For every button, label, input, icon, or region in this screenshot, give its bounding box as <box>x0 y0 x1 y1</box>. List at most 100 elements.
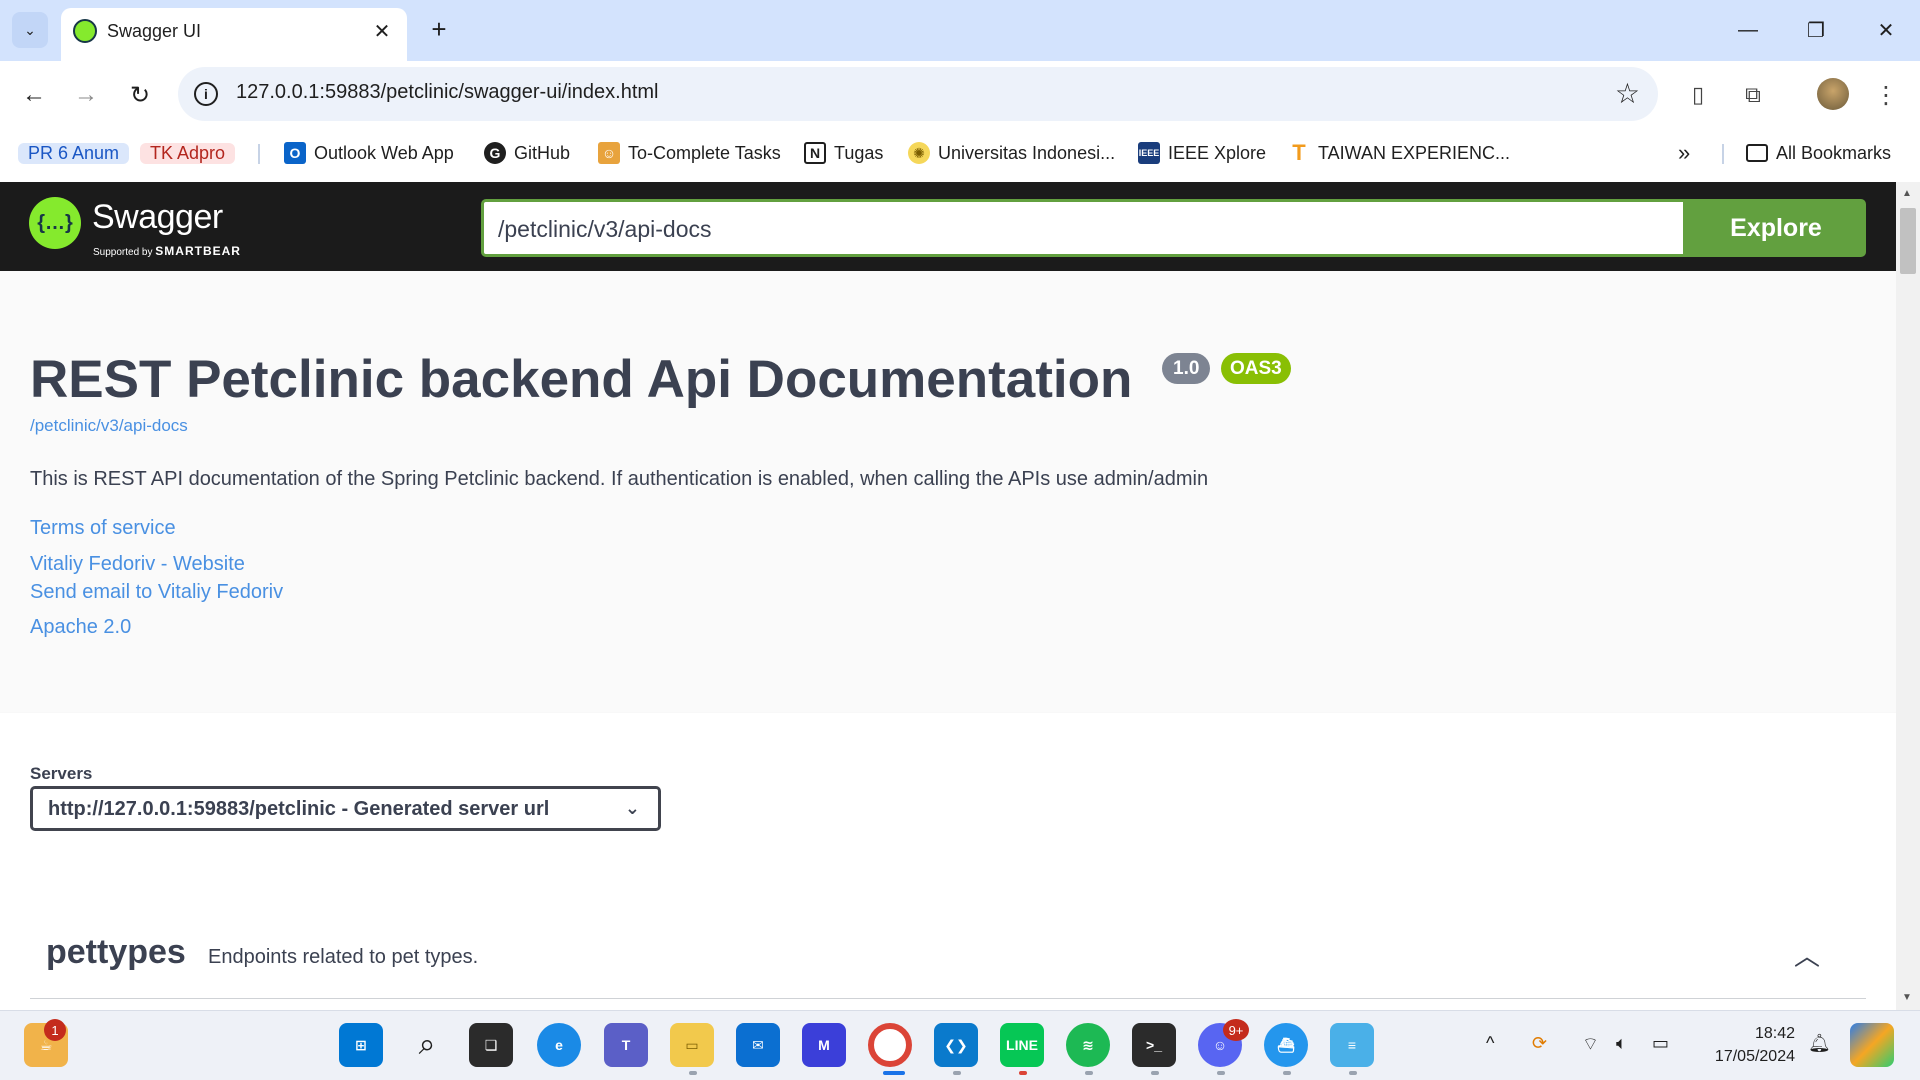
discord-badge: 9+ <box>1223 1019 1249 1041</box>
task-icon: ☺ <box>598 142 620 164</box>
close-window-button[interactable]: ✕ <box>1862 12 1910 48</box>
all-bookmarks-button[interactable]: All Bookmarks <box>1746 138 1891 168</box>
bookmark-chip-pr6[interactable]: PR 6 Anum <box>18 138 130 168</box>
scroll-down-icon[interactable]: ▼ <box>1902 992 1912 1003</box>
bookmark-outlook[interactable]: O Outlook Web App <box>284 138 454 168</box>
servers-select[interactable]: http://127.0.0.1:59883/petclinic - Gener… <box>30 786 661 831</box>
notepad-icon[interactable]: ≡ <box>1330 1023 1374 1067</box>
address-bar[interactable]: i 127.0.0.1:59883/petclinic/swagger-ui/i… <box>178 67 1658 121</box>
tab-strip: ⌄ Swagger UI ✕ + — ❐ ✕ <box>0 0 1920 61</box>
terms-link[interactable]: Terms of service <box>30 517 176 540</box>
bookmark-github[interactable]: G GitHub <box>484 138 570 168</box>
more-bookmarks-button[interactable]: » <box>1678 138 1690 168</box>
new-tab-button[interactable]: + <box>423 13 455 45</box>
teams-icon[interactable]: T <box>604 1023 648 1067</box>
minimize-button[interactable]: — <box>1724 12 1772 48</box>
chevron-up-icon[interactable]: ^ <box>1486 1033 1494 1054</box>
version-badge: 1.0 <box>1162 353 1211 384</box>
scrollbar-thumb[interactable] <box>1900 208 1916 274</box>
battery-icon[interactable]: ▭ <box>1652 1033 1669 1054</box>
extensions-icon[interactable]: ⧉ <box>1737 79 1769 111</box>
sync-icon[interactable]: ⟳ <box>1532 1033 1547 1054</box>
running-indicator <box>1151 1071 1159 1075</box>
volume-icon[interactable]: 🔈︎ <box>1616 1033 1627 1054</box>
line-icon[interactable]: LINE <box>1000 1023 1044 1067</box>
file-explorer-icon[interactable]: ▭ <box>670 1023 714 1067</box>
chevron-down-icon: ⌄ <box>624 798 640 818</box>
browser-tab[interactable]: Swagger UI ✕ <box>61 8 407 61</box>
license-link[interactable]: Apache 2.0 <box>30 616 131 639</box>
swagger-topbar: {…} Swagger Supported by SMARTBEAR /petc… <box>0 182 1896 271</box>
reload-button[interactable]: ↻ <box>120 75 160 115</box>
bookmark-ui[interactable]: ✺ Universitas Indonesi... <box>908 138 1115 168</box>
running-indicator <box>689 1071 697 1075</box>
wifi-icon[interactable]: ⌔ <box>1582 1033 1599 1056</box>
outlook-icon: O <box>284 142 306 164</box>
reload-icon: ↻ <box>129 81 151 109</box>
clock-time: 18:42 <box>1754 1025 1795 1042</box>
t-logo-icon: T <box>1292 140 1306 165</box>
scroll-up-icon[interactable]: ▲ <box>1902 188 1912 199</box>
swagger-favicon-icon <box>73 19 97 43</box>
notification-badge: 1 <box>44 1019 66 1041</box>
docker-icon[interactable]: ⛴ <box>1264 1023 1308 1067</box>
folder-icon <box>1746 144 1768 162</box>
app-icon[interactable]: M <box>802 1023 846 1067</box>
explore-button[interactable]: Explore <box>1686 199 1866 257</box>
running-indicator <box>953 1071 961 1075</box>
copilot-icon[interactable] <box>1850 1023 1894 1067</box>
active-indicator <box>883 1071 905 1075</box>
reading-mode-icon[interactable]: ▯ <box>1682 79 1714 111</box>
clock[interactable]: 18:42 17/05/2024 <box>1691 1022 1795 1068</box>
bell-icon[interactable]: 🔔︎ <box>1808 1033 1831 1054</box>
chrome-icon[interactable] <box>868 1023 912 1067</box>
notion-icon: N <box>804 142 826 164</box>
bookmark-tugas[interactable]: N Tugas <box>804 138 883 168</box>
site-info-icon[interactable]: i <box>194 82 218 106</box>
chevron-down-icon: ⌄ <box>24 21 36 38</box>
browser-toolbar: ← → ↻ i 127.0.0.1:59883/petclinic/swagge… <box>0 61 1920 128</box>
spec-link[interactable]: /petclinic/v3/api-docs <box>30 416 188 436</box>
spotify-icon[interactable]: ≋ <box>1066 1023 1110 1067</box>
arrow-left-icon: ← <box>22 81 46 108</box>
bookmark-todo[interactable]: ☺ To-Complete Tasks <box>598 138 781 168</box>
tab-title: Swagger UI <box>107 21 202 41</box>
running-indicator <box>1085 1071 1093 1075</box>
swagger-logo-sub: Supported by SMARTBEAR <box>93 244 241 258</box>
edge-icon[interactable]: e <box>537 1023 581 1067</box>
back-button[interactable]: ← <box>14 75 54 115</box>
bookmark-taiwan[interactable]: T TAIWAN EXPERIENC... <box>1288 138 1510 168</box>
email-link[interactable]: Send email to Vitaliy Fedoriv <box>30 581 283 604</box>
ieee-icon: IEEE <box>1138 142 1160 164</box>
bookmarks-separator <box>258 144 260 164</box>
page-viewport: {…} Swagger Supported by SMARTBEAR /petc… <box>0 182 1896 1010</box>
running-indicator <box>1283 1071 1291 1075</box>
clock-date: 17/05/2024 <box>1714 1048 1795 1065</box>
arrow-right-icon: → <box>74 81 98 108</box>
page-scrollbar[interactable]: ▲ ▼ <box>1896 182 1920 1010</box>
tag-section-pettypes[interactable]: pettypes Endpoints related to pet types.… <box>0 878 1896 1010</box>
search-icon[interactable]: ⌕ <box>405 1023 449 1067</box>
forward-button[interactable]: → <box>66 75 106 115</box>
tag-name[interactable]: pettypes <box>46 933 186 972</box>
chevron-up-icon[interactable]: ︿ <box>1794 936 1820 973</box>
bookmark-ieee[interactable]: IEEE IEEE Xplore <box>1138 138 1266 168</box>
bookmark-star-icon[interactable]: ☆ <box>1615 77 1640 110</box>
task-view-icon[interactable]: ❏ <box>469 1023 513 1067</box>
tab-search-button[interactable]: ⌄ <box>12 12 48 48</box>
website-link[interactable]: Vitaliy Fedoriv - Website <box>30 553 245 576</box>
profile-avatar[interactable] <box>1817 78 1849 110</box>
close-tab-icon[interactable]: ✕ <box>369 18 395 44</box>
vscode-icon[interactable]: ❮❯ <box>934 1023 978 1067</box>
github-icon: G <box>484 142 506 164</box>
restore-button[interactable]: ❐ <box>1792 12 1840 48</box>
spec-url-input[interactable]: /petclinic/v3/api-docs <box>481 199 1686 257</box>
terminal-icon[interactable]: >_ <box>1132 1023 1176 1067</box>
bookmark-chip-tkadpro[interactable]: TK Adpro <box>140 138 236 168</box>
bookmarks-bar: PR 6 Anum TK Adpro O Outlook Web App G G… <box>0 128 1920 182</box>
address-url[interactable]: 127.0.0.1:59883/petclinic/swagger-ui/ind… <box>236 81 658 104</box>
start-menu-icon[interactable]: ⊞ <box>339 1023 383 1067</box>
menu-kebab-icon[interactable]: ⋮ <box>1870 79 1902 111</box>
mail-icon[interactable]: ✉ <box>736 1023 780 1067</box>
swagger-logo-icon: {…} <box>29 197 81 249</box>
